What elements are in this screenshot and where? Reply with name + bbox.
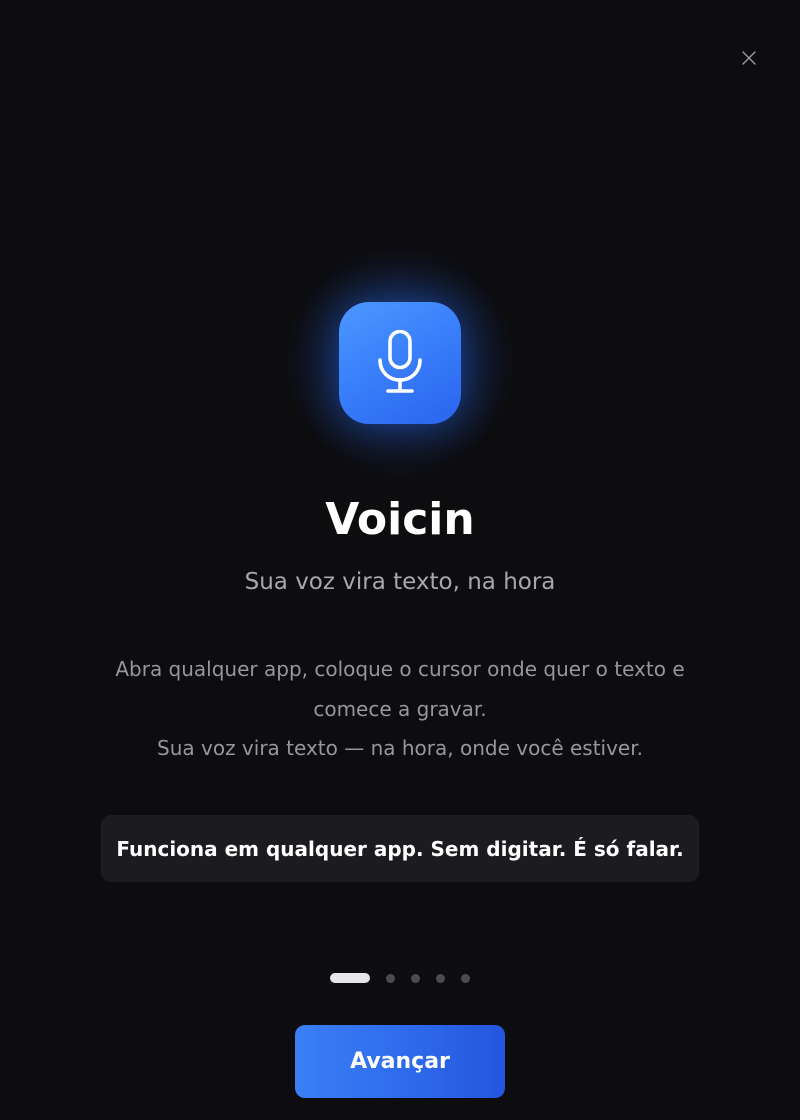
close-icon [742,51,756,65]
page-dot-5[interactable] [461,974,470,983]
page-dot-2[interactable] [386,974,395,983]
pagination-dots [0,973,800,983]
highlight-card: Funciona em qualquer app. Sem digitar. É… [101,815,699,882]
page-dot-3[interactable] [411,974,420,983]
app-tagline: Sua voz vira texto, na hora [244,569,556,595]
onboarding-window: Voicin Sua voz vira texto, na hora Abra … [0,0,800,1120]
microphone-icon [378,330,422,393]
app-title: Voicin [325,494,475,545]
app-icon [339,302,461,424]
description-line: Sua voz vira texto — na hora, onde você … [157,736,643,760]
description-line: comece a gravar. [313,696,487,721]
description-text: Abra qualquer app, coloque o cursor onde… [100,650,700,769]
page-dot-4[interactable] [436,974,445,983]
next-button[interactable]: Avançar [295,1025,505,1098]
page-dot-1-active[interactable] [330,973,370,983]
close-button[interactable] [737,46,761,70]
highlight-text: Funciona em qualquer app. Sem digitar. É… [116,836,684,861]
description-line: Abra qualquer app, coloque o cursor onde… [115,657,685,681]
